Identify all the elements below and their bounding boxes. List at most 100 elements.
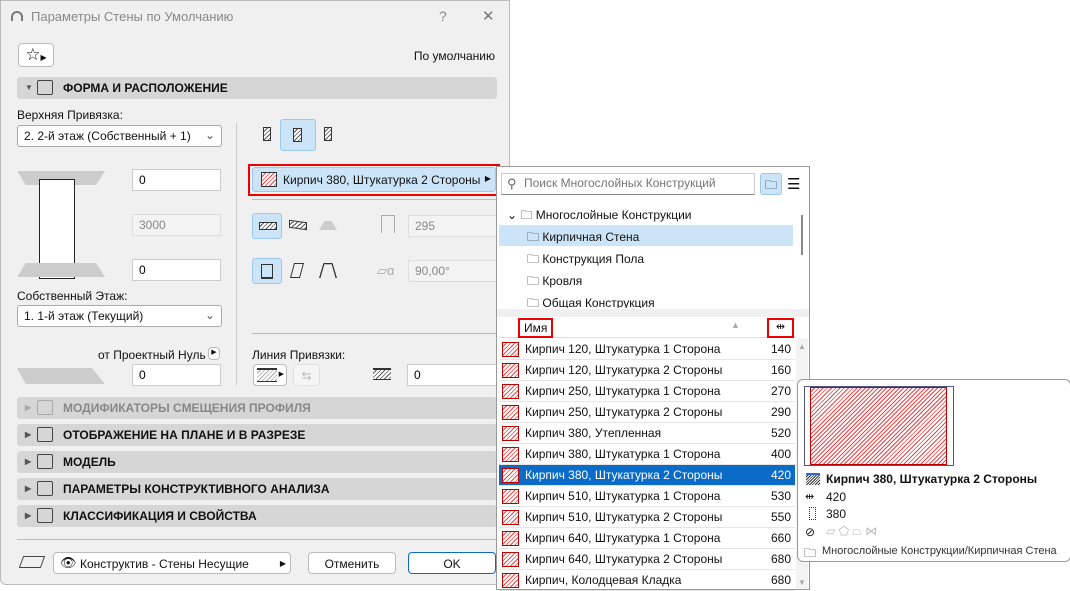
favorites-button[interactable]: ☆▶ [18,43,54,67]
divider [252,333,496,334]
wall-inside-button[interactable] [316,121,346,147]
list-item[interactable]: Кирпич 640, Штукатурка 1 Сторона 660 [499,528,795,549]
section-structural[interactable]: ▶ ПАРАМЕТРЫ КОНСТРУКТИВНОГО АНАЛИЗА [17,478,497,500]
list-item[interactable]: Кирпич 510, Штукатурка 2 Стороны 550 [499,507,795,528]
chevron-down-icon: ⌄ [204,308,215,322]
list-item[interactable]: Кирпич 120, Штукатурка 1 Сторона 140 [499,339,795,360]
wall-center-button[interactable] [280,119,316,151]
slanted-wall-button[interactable] [284,258,314,284]
scroll-up-icon: ▲ [798,342,806,351]
list-item[interactable]: Кирпич 510, Штукатурка 1 Сторона 530 [499,486,795,507]
name-column-header[interactable]: Имя [518,318,554,338]
layer-selector[interactable]: 👁 Конструктив - Стены Несущие ▶ [53,552,291,574]
star-icon: ☆ [25,45,41,64]
layers-icon [18,556,46,568]
reference-offset-input[interactable] [132,364,221,386]
vertical-wall-button[interactable] [252,258,282,284]
double-slanted-wall-button[interactable] [314,258,344,284]
total-thickness-icon: ⇹ [805,491,815,503]
folder-icon: 🗀 [804,546,817,560]
top-offset-input[interactable] [132,169,221,191]
composite-icon [806,473,820,485]
bottom-offset-input[interactable] [132,259,221,281]
dialog-title: Параметры Стены по Умолчанию [31,9,234,24]
folder-icon: 🗀 [527,296,540,308]
tree-folder[interactable]: 🗀 Общая Конструкция [527,294,655,308]
list-view-button[interactable]: ☰ [787,175,800,193]
reference-line-label: Линия Привязки: [252,348,346,362]
list-item[interactable]: Кирпич 380, Утепленная 520 [499,423,795,444]
wall-height-diagram [17,171,105,283]
section-classification[interactable]: ▶ КЛАССИФИКАЦИЯ И СВОЙСТВА [17,505,497,527]
angle-input[interactable] [408,260,498,282]
double-slanted-profile-icon [319,263,337,278]
splitter[interactable] [497,309,809,317]
document-icon [37,508,53,523]
list-item[interactable]: Кирпич 250, Штукатурка 2 Стороны 290 [499,402,795,423]
composite-preview [804,386,954,466]
help-button[interactable]: ? [439,8,447,24]
composite-swatch-icon [502,531,519,546]
trapezoid-wall-button[interactable] [284,213,314,239]
section-model[interactable]: ▶ МОДЕЛЬ [17,451,497,473]
list-item[interactable]: Кирпич, Колодцевая Кладка 680 [499,570,795,591]
composite-selector[interactable]: Кирпич 380, Штукатурка 2 Стороны ▶ [252,167,496,192]
list-item[interactable]: Кирпич 250, Штукатурка 1 Сторона 270 [499,381,795,402]
reference-line-button[interactable]: ▶ [253,364,287,386]
straight-wall-button[interactable] [252,213,282,239]
section-profile-modifiers[interactable]: ▶ МОДИФИКАТОРЫ СМЕЩЕНИЯ ПРОФИЛЯ [17,397,497,419]
item-thickness: 270 [770,384,791,398]
cancel-button[interactable]: Отменить [308,552,396,574]
list-item[interactable]: Кирпич 120, Штукатурка 2 Стороны 160 [499,360,795,381]
home-story-select[interactable]: 1. 1-й этаж (Текущий) ⌄ [17,305,222,327]
tree-root[interactable]: ⌄ 🗀 Многослойные Конструкции [507,206,691,227]
item-name: Кирпич 120, Штукатурка 1 Сторона [525,342,721,356]
list-item[interactable]: Кирпич 380, Штукатурка 2 Стороны 420 [499,465,795,486]
composite-swatch-icon [502,489,519,504]
tree-folder[interactable]: 🗀 Конструкция Пола [527,250,644,271]
wall-inside-icon [324,127,332,141]
tree-scrollbar[interactable] [801,215,803,255]
list-item[interactable]: Кирпич 380, Штукатурка 1 Сторона 400 [499,444,795,465]
polygon-wall-button[interactable] [314,213,344,239]
ok-button[interactable]: OK [408,552,496,574]
section-geometry[interactable]: ▼ ФОРМА И РАСПОЛОЖЕНИЕ [17,77,497,99]
composite-swatch-icon [502,573,519,588]
composites-folder-icon: 🗀 [520,208,533,222]
item-name: Кирпич 120, Штукатурка 2 Стороны [525,363,723,377]
search-input[interactable] [524,176,749,190]
item-thickness: 160 [770,363,791,377]
tree-folder[interactable]: 🗀 Кирпичная Стена [499,225,793,246]
tree-view-button[interactable]: 🗀 [760,173,782,195]
composite-picker-popup: ⚲ 🗀 ☰ ⌄ 🗀 Многослойные Конструкции 🗀 Кир… [496,166,810,591]
list-item[interactable]: Кирпич 640, Штукатурка 2 Стороны 680 [499,549,795,570]
close-button[interactable]: ✕ [482,7,495,25]
height-input[interactable] [132,214,221,236]
item-thickness: 680 [770,573,791,587]
section-floor-plan[interactable]: ▶ ОТОБРАЖЕНИЕ НА ПЛАНЕ И В РАЗРЕЗЕ [17,424,497,446]
composite-swatch-icon [502,447,519,462]
reference-menu-button[interactable]: ▶ [208,347,220,360]
composite-swatch-icon [502,363,519,378]
flip-reference-button[interactable]: ⇆ [293,364,320,386]
divider [236,123,237,385]
item-name: Кирпич 380, Штукатурка 2 Стороны [525,468,723,482]
item-thickness: 530 [770,489,791,503]
divider [252,199,496,200]
chevron-down-icon: ⌄ [507,208,518,222]
app-icon [11,11,23,21]
tree-folder[interactable]: 🗀 Кровля [527,272,582,293]
top-link-select[interactable]: 2. 2-й этаж (Собственный + 1) ⌄ [17,125,222,147]
reference-diagram [17,368,105,384]
wall-center-icon [293,128,302,142]
list-header: Имя ▲ ⇹ [499,317,795,338]
top-link-label: Верхняя Привязка: [17,108,123,122]
search-field[interactable]: ⚲ [501,173,755,195]
reference-line-offset-input[interactable] [407,364,498,386]
thickness-column-header[interactable]: ⇹ [767,318,794,338]
sort-ascending-icon: ▲ [731,320,740,330]
thickness-input[interactable] [408,215,498,237]
check-circle-icon: ⊘ [805,525,816,539]
submenu-arrow-icon: ▶ [484,174,491,183]
folder-tree: ⌄ 🗀 Многослойные Конструкции 🗀 Кирпичная… [499,202,795,308]
